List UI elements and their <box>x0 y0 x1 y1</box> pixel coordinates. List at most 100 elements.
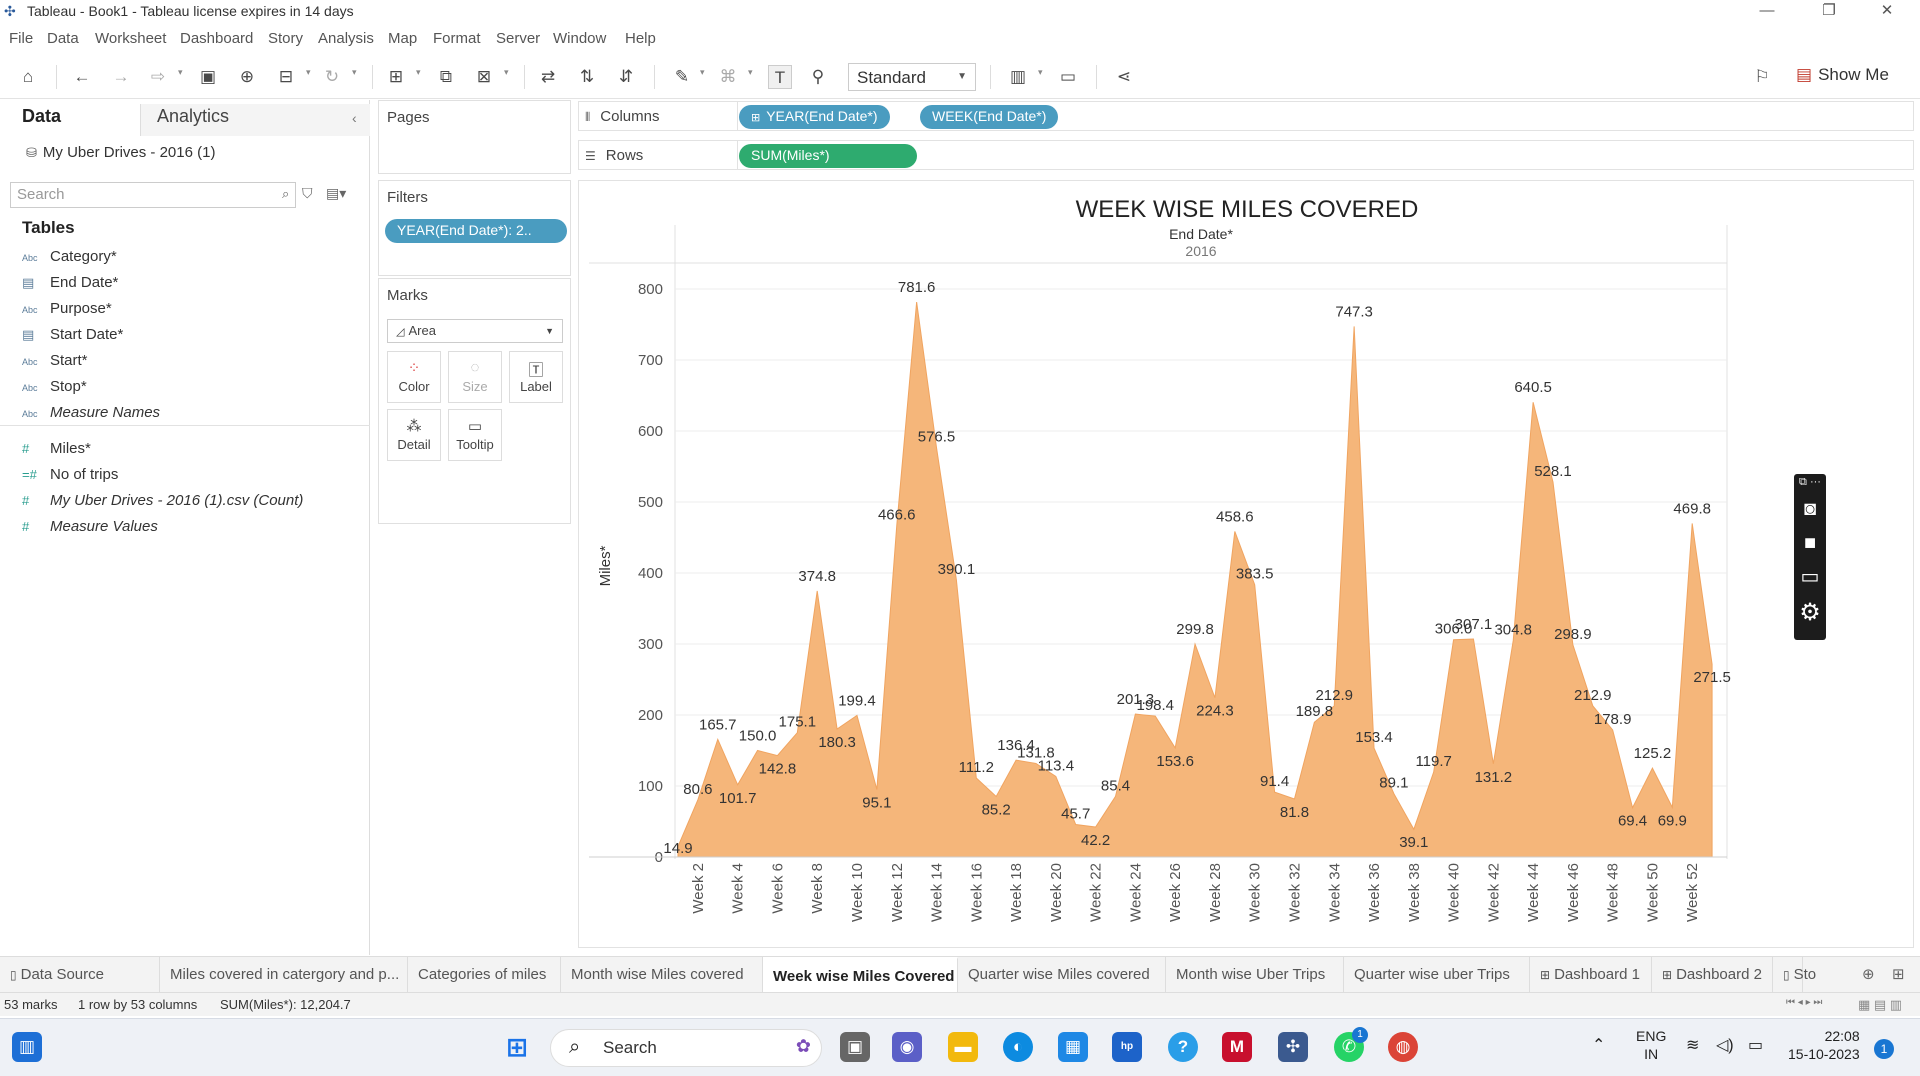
video-icon[interactable]: ■ <box>1794 532 1826 555</box>
teams-icon[interactable]: ◉ <box>892 1032 922 1062</box>
menu-window[interactable]: Window <box>553 30 606 47</box>
size-button[interactable]: ◌ Size <box>448 351 502 403</box>
view-options-icon[interactable]: ▤▾ <box>326 185 346 202</box>
collapse-pane-icon[interactable]: ‹ <box>352 110 357 126</box>
field-item[interactable]: Abc Measure Names <box>22 404 160 426</box>
new-worksheet-icon[interactable]: ⊞ <box>384 65 408 89</box>
filters-card[interactable]: Filters YEAR(End Date*): 2.. <box>378 180 571 276</box>
refresh-icon[interactable]: ↻ <box>320 65 344 89</box>
new-datasource-icon[interactable]: ⊕ <box>235 65 259 89</box>
datasource-item[interactable]: ⛁ My Uber Drives - 2016 (1) <box>26 144 215 161</box>
swap-rows-columns-icon[interactable]: ⇄ <box>536 65 560 89</box>
search-input[interactable]: Search <box>10 182 296 208</box>
volume-icon[interactable]: ◁) <box>1716 1035 1734 1055</box>
chrome-icon[interactable]: ◍ <box>1388 1032 1418 1062</box>
new-worksheet-tab-icon[interactable]: ⊕ <box>1862 965 1875 983</box>
sheet-tab[interactable]: Categories of miles <box>408 957 561 993</box>
pill-sum-miles[interactable]: SUM(Miles*) <box>739 144 917 168</box>
field-item[interactable]: =# No of trips <box>22 466 118 488</box>
pages-card[interactable]: Pages <box>378 100 571 174</box>
screen-icon[interactable]: ▭ <box>1794 564 1826 589</box>
field-item[interactable]: Abc Category* <box>22 248 117 270</box>
sheet-nav-icon[interactable]: ⏮ ◂ ▸ ⏭ <box>1786 997 1822 1008</box>
settings-icon[interactable]: ⚙ <box>1794 598 1826 627</box>
detail-button[interactable]: ⁂ Detail <box>387 409 441 461</box>
menu-story[interactable]: Story <box>268 30 303 47</box>
file-explorer-icon[interactable]: ▬ <box>948 1032 978 1062</box>
tooltip-button[interactable]: ▭ Tooltip <box>448 409 502 461</box>
sheet-tab[interactable]: Month wise Uber Trips <box>1166 957 1344 993</box>
help-icon[interactable]: ? <box>1168 1032 1198 1062</box>
new-dashboard-tab-icon[interactable]: ⊞ <box>1892 965 1905 983</box>
menu-file[interactable]: File <box>9 30 33 47</box>
notification-badge[interactable]: 1 <box>1874 1039 1894 1059</box>
save-icon[interactable]: ▣ <box>196 65 220 89</box>
capture-menu-icon[interactable]: ⧉ ··· <box>1794 476 1826 489</box>
tab-data[interactable]: Data <box>22 106 61 127</box>
wifi-icon[interactable]: ≋ <box>1686 1035 1699 1055</box>
start-icon[interactable]: ⊞ <box>502 1032 532 1062</box>
menu-dashboard[interactable]: Dashboard <box>180 30 253 47</box>
camera-icon[interactable]: ◙ <box>1794 498 1826 521</box>
redo-icon[interactable]: → <box>109 65 133 89</box>
language-indicator[interactable]: ENG IN <box>1636 1027 1666 1063</box>
duplicate-sheet-icon[interactable]: ⧉ <box>434 65 458 89</box>
menu-worksheet[interactable]: Worksheet <box>95 30 166 47</box>
fix-axes-icon[interactable]: ⚲ <box>806 65 830 89</box>
sheet-tab[interactable]: Quarter wise uber Trips <box>1344 957 1530 993</box>
sheet-tab-active[interactable]: Week wise Miles Covered <box>763 957 958 993</box>
pause-updates-icon[interactable]: ⊟ <box>274 65 298 89</box>
field-item[interactable]: Abc Start* <box>22 352 88 374</box>
label-button[interactable]: 🅃 Label <box>509 351 563 403</box>
menu-format[interactable]: Format <box>433 30 481 47</box>
show-cards-icon[interactable]: ▥ <box>1006 65 1030 89</box>
widgets-icon[interactable]: ▥ <box>12 1032 42 1062</box>
menu-help[interactable]: Help <box>625 30 656 47</box>
store-icon[interactable]: ▦ <box>1058 1032 1088 1062</box>
sheet-tab[interactable]: Miles covered in catergory and p... <box>160 957 408 993</box>
clock[interactable]: 22:08 15-10-2023 <box>1788 1027 1860 1063</box>
share-icon[interactable]: ⋖ <box>1112 65 1136 89</box>
sort-descending-icon[interactable]: ⇵ <box>614 65 638 89</box>
filter-icon[interactable]: ⛉ <box>302 185 313 202</box>
tab-analytics[interactable]: Analytics <box>157 106 229 127</box>
sheet-sorter-icon[interactable]: ▦ ▤ ▥ <box>1858 997 1902 1013</box>
sort-ascending-icon[interactable]: ⇅ <box>575 65 599 89</box>
restore-button[interactable]: ❐ <box>1806 0 1852 24</box>
sheet-tab[interactable]: Quarter wise Miles covered <box>958 957 1166 993</box>
sheet-tab[interactable]: ▯ Data Source <box>0 957 160 993</box>
presentation-mode-icon[interactable]: ▭ <box>1056 65 1080 89</box>
filter-pill-year[interactable]: YEAR(End Date*): 2.. <box>385 219 567 243</box>
menu-server[interactable]: Server <box>496 30 540 47</box>
show-me-button[interactable]: ▤ Show Me <box>1796 65 1889 85</box>
undo-icon[interactable]: ← <box>70 65 94 89</box>
columns-shelf[interactable]: ⦀ Columns ⊞ YEAR(End Date*) WEEK(End Date*… <box>578 101 1914 131</box>
pill-week-end-date[interactable]: WEEK(End Date*) <box>920 105 1059 129</box>
field-item[interactable]: # Miles* <box>22 440 91 462</box>
taskview-icon[interactable]: ▣ <box>840 1032 870 1062</box>
menu-map[interactable]: Map <box>388 30 417 47</box>
battery-icon[interactable]: ▭ <box>1748 1035 1763 1055</box>
color-button[interactable]: ⁘ Color <box>387 351 441 403</box>
myhp-icon[interactable]: hp <box>1112 1032 1142 1062</box>
field-item[interactable]: Abc Stop* <box>22 378 87 400</box>
sheet-tab[interactable]: ⊞ Dashboard 1 <box>1530 957 1652 993</box>
field-item[interactable]: ▤ Start Date* <box>22 326 123 348</box>
field-item[interactable]: ▤ End Date* <box>22 274 118 296</box>
tray-chevron-icon[interactable]: ⌃ <box>1592 1035 1605 1055</box>
edge-icon[interactable]: ◐ <box>1003 1032 1033 1062</box>
field-item[interactable]: Abc Purpose* <box>22 300 112 322</box>
sheet-tab[interactable]: ⊞ Dashboard 2 <box>1652 957 1773 993</box>
mark-type-dropdown[interactable]: ◿ Area ▼ <box>387 319 563 343</box>
field-item[interactable]: # My Uber Drives - 2016 (1).csv (Count) <box>22 492 303 514</box>
close-button[interactable]: ✕ <box>1864 0 1910 24</box>
pill-year-end-date[interactable]: ⊞ YEAR(End Date*) <box>739 105 890 129</box>
mcafee-icon[interactable]: M <box>1222 1032 1252 1062</box>
fit-dropdown[interactable]: Standard ▼ <box>848 63 976 91</box>
rows-shelf[interactable]: ☰ Rows SUM(Miles*) <box>578 140 1914 170</box>
taskbar-search[interactable]: ⌕ Search ✿ <box>550 1029 822 1067</box>
menu-data[interactable]: Data <box>47 30 79 47</box>
home-icon[interactable]: ⌂ <box>16 65 40 89</box>
menu-analysis[interactable]: Analysis <box>318 30 374 47</box>
minimize-button[interactable]: — <box>1744 0 1790 24</box>
